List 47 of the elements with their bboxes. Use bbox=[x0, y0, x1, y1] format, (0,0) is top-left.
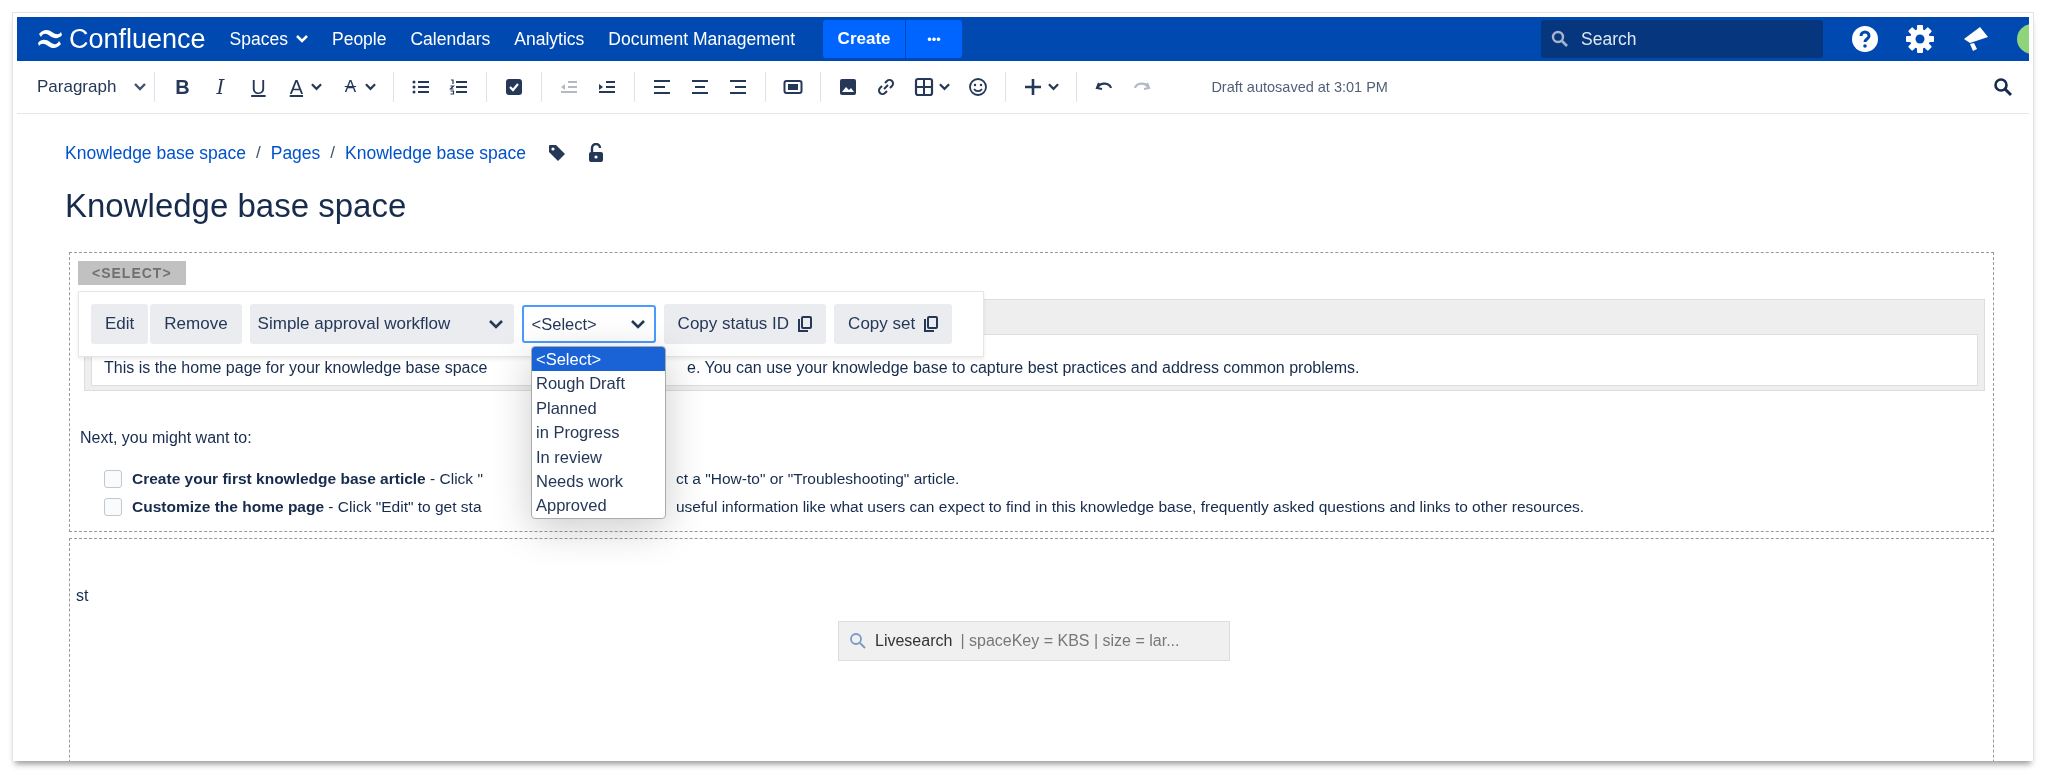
workflow-dropdown[interactable]: Simple approval workflow bbox=[249, 304, 514, 344]
page-title: Knowledge base space bbox=[65, 186, 408, 226]
dropdown-option[interactable]: In review bbox=[532, 444, 665, 469]
info-text: e. You can use your knowledge base to capture best practices and address common problems. bbox=[687, 359, 1360, 377]
macro-button[interactable]: Edit bbox=[91, 304, 149, 344]
copy-button[interactable]: Copy status ID bbox=[663, 304, 827, 344]
autosave-status: Draft autosaved at 3:01 PM bbox=[1211, 79, 1388, 95]
nav-link[interactable]: Document Management bbox=[608, 28, 796, 50]
create-button[interactable]: Create bbox=[823, 20, 906, 58]
text-color-button[interactable]: A bbox=[277, 71, 332, 103]
breadcrumb-link[interactable]: Pages bbox=[270, 142, 321, 164]
breadcrumb-separator: / bbox=[330, 143, 336, 163]
task-text: ct a "How-to" or "Troubleshooting" article. bbox=[676, 470, 960, 488]
clear-format-button[interactable]: A bbox=[331, 73, 386, 101]
macro-parameters: | spaceKey = KBS | size = lar... bbox=[960, 632, 1180, 650]
dropdown-option[interactable]: Rough Draft bbox=[532, 371, 665, 396]
underline-button[interactable]: U bbox=[239, 71, 278, 103]
paragraph-style-dropdown[interactable]: Paragraph bbox=[37, 77, 147, 97]
dropdown-option[interactable]: Approved bbox=[532, 493, 665, 518]
more-button[interactable]: ••• bbox=[906, 20, 963, 58]
breadcrumb-link[interactable]: Knowledge base space bbox=[345, 142, 527, 164]
livesearch-macro-placeholder[interactable]: Livesearch | spaceKey = KBS | size = lar... bbox=[838, 621, 1230, 661]
macro-tag: <SELECT> bbox=[78, 261, 186, 285]
macro-button[interactable]: Remove bbox=[150, 304, 242, 344]
italic-button[interactable]: I bbox=[201, 71, 240, 103]
macro-name: Livesearch bbox=[875, 632, 953, 650]
logo-text[interactable]: Confluence bbox=[69, 23, 206, 55]
nav-link[interactable]: Spaces bbox=[229, 28, 308, 50]
nav-link[interactable]: Analytics bbox=[514, 28, 585, 50]
status-select[interactable]: <Select> bbox=[521, 305, 656, 343]
breadcrumb-link[interactable]: Knowledge base space bbox=[65, 142, 246, 164]
info-text: This is the home page for your knowledge base space bbox=[104, 359, 488, 376]
nav-link[interactable]: Calendars bbox=[410, 28, 491, 50]
task-text: useful information like what users can expect to find in this knowledge base, frequently asked questions and links to other resources. bbox=[676, 498, 1585, 516]
dropdown-option[interactable]: in Progress bbox=[532, 420, 665, 445]
search-field[interactable]: Search bbox=[1541, 20, 1823, 58]
task-text: Customize the home page - Click "Edit" to get sta bbox=[132, 498, 482, 515]
task-text: Create your first knowledge base article - Click " bbox=[132, 470, 483, 487]
body-text: Next, you might want to: bbox=[80, 429, 252, 446]
dropdown-option[interactable]: <Select> bbox=[532, 347, 665, 372]
dropdown-option[interactable]: Planned bbox=[532, 395, 665, 421]
breadcrumb-separator: / bbox=[255, 143, 261, 163]
nav-link[interactable]: People bbox=[332, 28, 387, 50]
bold-button[interactable]: B bbox=[163, 71, 202, 103]
body-text: st bbox=[76, 587, 89, 605]
copy-button[interactable]: Copy set bbox=[834, 304, 953, 344]
dropdown-option[interactable]: Needs work bbox=[532, 468, 665, 494]
